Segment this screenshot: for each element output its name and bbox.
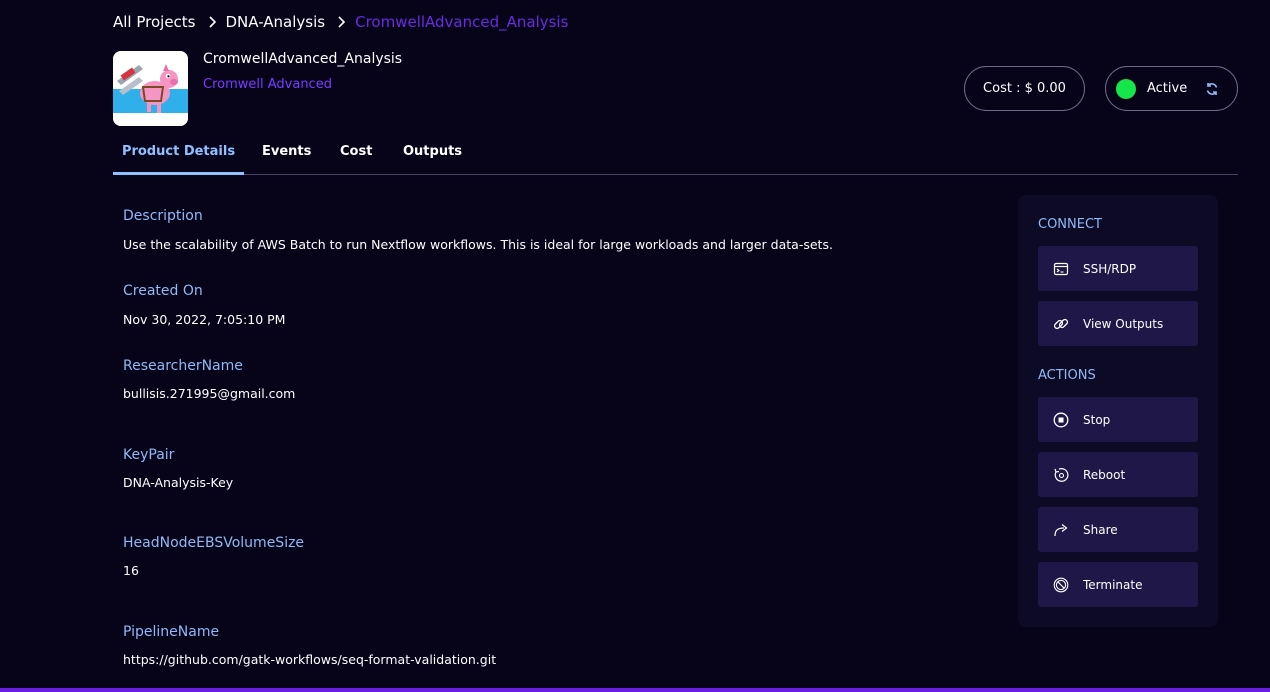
refresh-icon[interactable] — [1205, 82, 1219, 96]
researcher-name-value: bullisis.271995@gmail.com — [123, 386, 296, 401]
pipeline-name-label: PipelineName — [123, 624, 220, 640]
keypair-value: DNA-Analysis-Key — [123, 475, 234, 490]
actions-panel: CONNECT SSH/RDP View Outputs ACTIONS Sto… — [1018, 195, 1218, 627]
view-outputs-button[interactable]: View Outputs — [1038, 301, 1198, 346]
ebs-volume-label: HeadNodeEBSVolumeSize — [123, 535, 305, 551]
reboot-button[interactable]: Reboot — [1038, 452, 1198, 497]
tab-outputs[interactable]: Outputs — [403, 138, 462, 175]
description-value: Use the scalability of AWS Batch to run … — [123, 237, 833, 252]
actions-section-title: ACTIONS — [1038, 368, 1096, 383]
breadcrumb: All Projects DNA-Analysis CromwellAdvanc… — [113, 13, 568, 31]
terminate-button[interactable]: Terminate — [1038, 562, 1198, 607]
view-outputs-label: View Outputs — [1083, 316, 1164, 331]
status-label: Active — [1147, 81, 1188, 96]
tab-bar: Product Details Events Cost Outputs — [113, 138, 1238, 175]
chevron-right-icon — [208, 16, 218, 28]
tab-cost[interactable]: Cost — [340, 138, 372, 175]
keypair-label: KeyPair — [123, 447, 175, 463]
pipeline-name-value: https://github.com/gatk-workflows/seq-fo… — [123, 652, 497, 667]
share-button[interactable]: Share — [1038, 507, 1198, 552]
stop-button[interactable]: Stop — [1038, 397, 1198, 442]
ebs-volume-value: 16 — [123, 563, 139, 578]
product-subtitle[interactable]: Cromwell Advanced — [203, 77, 332, 92]
ssh-rdp-label: SSH/RDP — [1083, 261, 1137, 276]
product-logo — [113, 51, 188, 126]
breadcrumb-dna-analysis[interactable]: DNA-Analysis — [226, 13, 326, 31]
link-icon — [1053, 316, 1069, 332]
reboot-label: Reboot — [1083, 467, 1126, 482]
cost-label: Cost : $ 0.00 — [983, 81, 1066, 96]
researcher-name-label: ResearcherName — [123, 358, 243, 374]
product-title: CromwellAdvanced_Analysis — [203, 51, 403, 67]
connect-section-title: CONNECT — [1038, 217, 1102, 232]
ssh-rdp-button[interactable]: SSH/RDP — [1038, 246, 1198, 291]
breadcrumb-current: CromwellAdvanced_Analysis — [355, 13, 569, 31]
stop-icon — [1053, 412, 1069, 428]
share-icon — [1053, 522, 1069, 538]
created-on-value: Nov 30, 2022, 7:05:10 PM — [123, 312, 286, 327]
cost-badge: Cost : $ 0.00 — [964, 66, 1085, 111]
terminal-icon — [1053, 261, 1069, 277]
tab-events[interactable]: Events — [262, 138, 311, 175]
terminate-label: Terminate — [1083, 577, 1143, 592]
share-label: Share — [1083, 522, 1118, 537]
tab-product-details[interactable]: Product Details — [113, 138, 244, 175]
breadcrumb-all-projects[interactable]: All Projects — [113, 13, 196, 31]
status-dot-icon — [1116, 78, 1136, 99]
created-on-label: Created On — [123, 283, 203, 299]
terminate-icon — [1053, 577, 1069, 593]
reboot-icon — [1053, 467, 1069, 483]
description-label: Description — [123, 208, 203, 224]
stop-label: Stop — [1083, 412, 1111, 427]
bottom-accent-bar — [0, 688, 1270, 692]
status-badge: Active — [1105, 66, 1238, 111]
chevron-right-icon — [337, 16, 347, 28]
